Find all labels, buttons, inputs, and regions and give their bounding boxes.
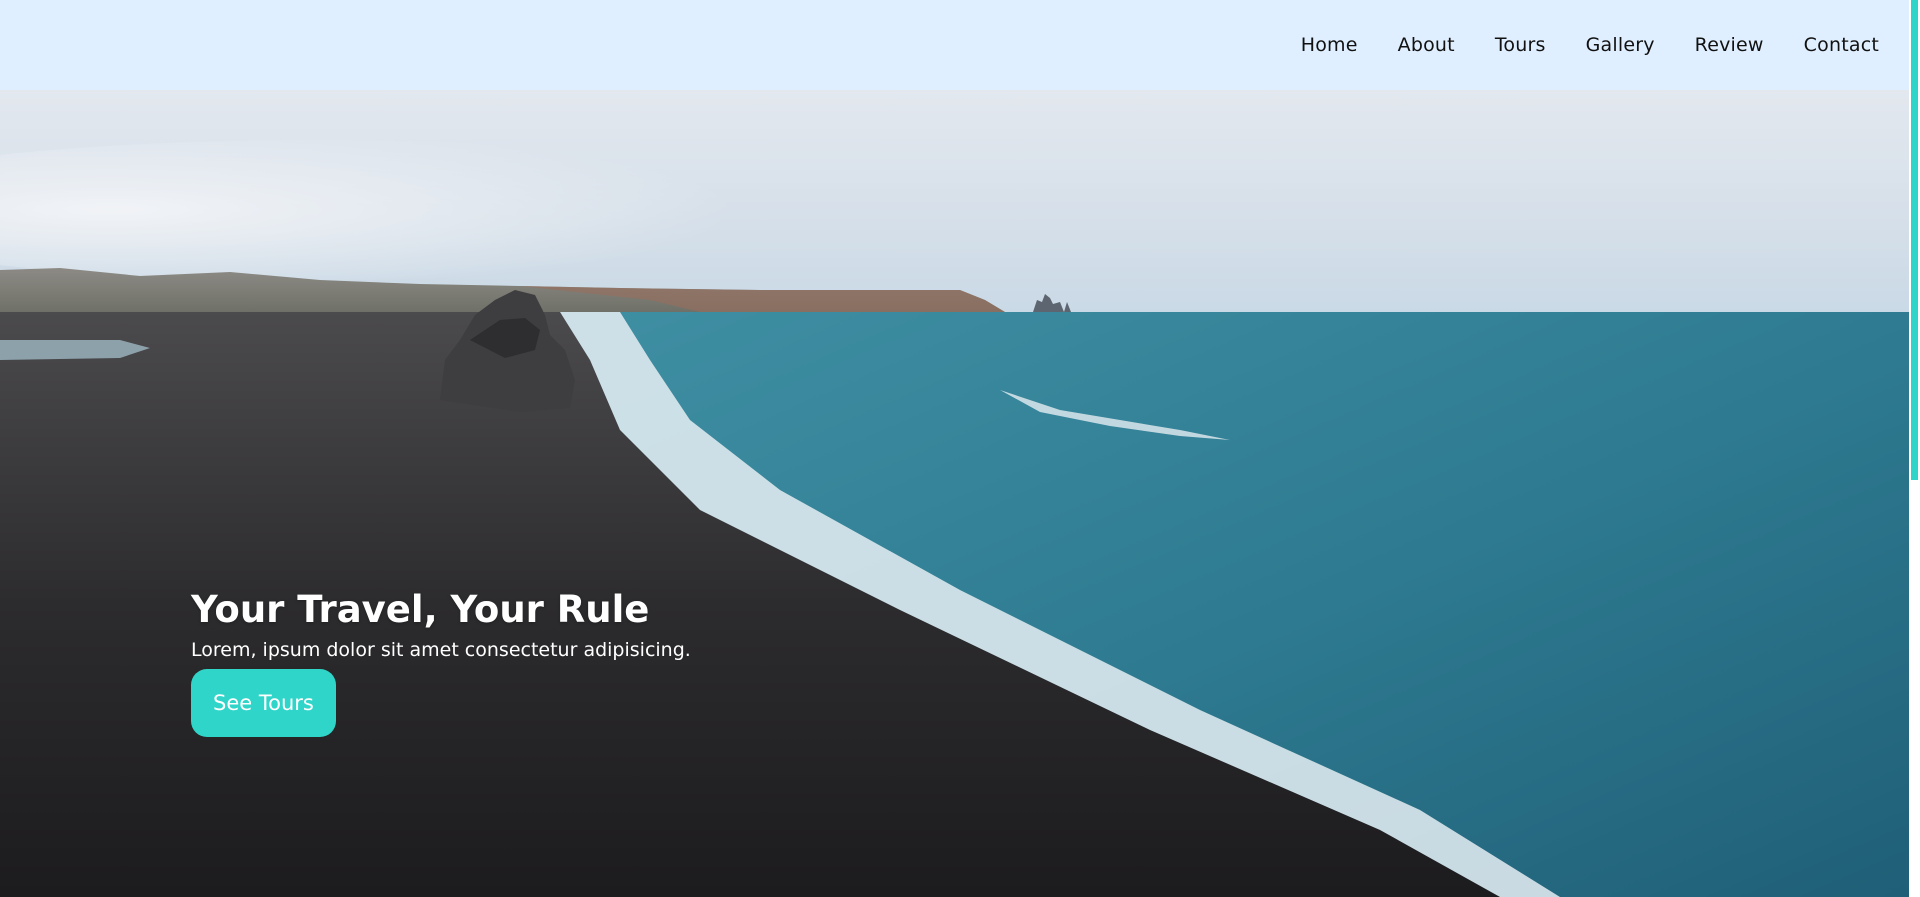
scrollbar-track[interactable]: [1909, 0, 1920, 897]
navbar: Home About Tours Gallery Review Contact: [0, 0, 1909, 90]
nav-link-home[interactable]: Home: [1301, 34, 1358, 56]
nav-link-review[interactable]: Review: [1695, 34, 1764, 56]
nav-link-about[interactable]: About: [1398, 34, 1455, 56]
page: Home About Tours Gallery Review Contact: [0, 0, 1920, 897]
hero-background-image: [0, 90, 1909, 897]
nav-link-gallery[interactable]: Gallery: [1586, 34, 1655, 56]
see-tours-button[interactable]: See Tours: [191, 669, 336, 738]
nav-link-tours[interactable]: Tours: [1495, 34, 1546, 56]
scrollbar-thumb[interactable]: [1911, 0, 1918, 480]
nav-links: Home About Tours Gallery Review Contact: [1261, 34, 1909, 56]
hero-section: Your Travel, Your Rule Lorem, ipsum dolo…: [0, 90, 1909, 897]
hero-content: Your Travel, Your Rule Lorem, ipsum dolo…: [191, 588, 691, 738]
hero-subtitle: Lorem, ipsum dolor sit amet consectetur …: [191, 639, 691, 662]
hero-title: Your Travel, Your Rule: [191, 588, 650, 631]
nav-link-contact[interactable]: Contact: [1804, 34, 1879, 56]
